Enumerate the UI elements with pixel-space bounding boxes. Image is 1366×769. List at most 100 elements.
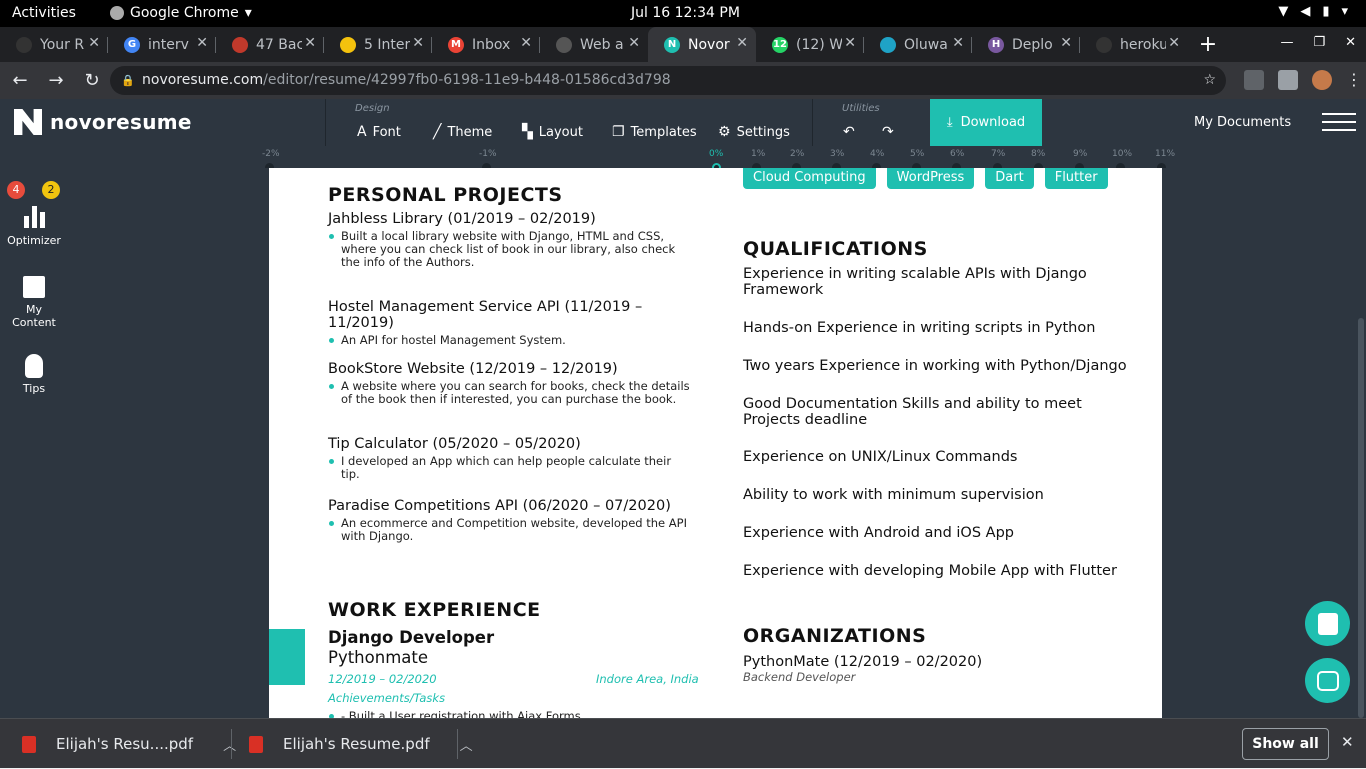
star-icon[interactable]: ☆ — [1203, 66, 1216, 95]
canvas-scrollbar[interactable] — [1358, 318, 1364, 718]
ruler-tick: 11% — [1155, 149, 1176, 159]
skill-tag[interactable]: Dart — [985, 168, 1034, 189]
notes-button[interactable] — [1305, 601, 1350, 646]
novoresume-logo[interactable]: novoresume — [14, 109, 192, 135]
skill-tag[interactable]: Cloud Computing — [743, 168, 876, 189]
chevron-up-icon[interactable]: ︿ — [223, 735, 236, 754]
puzzle-icon[interactable] — [1278, 70, 1298, 90]
settings-button[interactable]: ⚙ Settings — [718, 124, 790, 140]
tab-your-repo[interactable]: Your R ✕ — [0, 27, 108, 62]
kebab-menu-icon[interactable]: ⋮ — [1346, 70, 1362, 90]
project-entry[interactable]: Hostel Management Service API (11/2019 –… — [328, 299, 693, 347]
sidebar-item-tips[interactable]: Tips — [0, 354, 68, 395]
tab-5-inter[interactable]: 5 Inter ✕ — [324, 27, 432, 62]
close-icon[interactable]: ✕ — [520, 35, 532, 51]
close-icon[interactable]: ✕ — [952, 35, 964, 51]
close-icon[interactable]: ✕ — [844, 35, 856, 51]
organization-role[interactable]: Backend Developer — [743, 670, 855, 684]
close-icon[interactable]: ✕ — [304, 35, 316, 51]
qualification-item[interactable]: Two years Experience in working with Pyt… — [743, 358, 1133, 374]
redo-button[interactable]: ↷ — [882, 124, 894, 140]
job-location[interactable]: Indore Area, India — [596, 672, 699, 686]
close-icon[interactable]: ✕ — [196, 35, 208, 51]
job-title[interactable]: Django Developer — [328, 628, 494, 647]
job-dates[interactable]: 12/2019 – 02/2020 — [328, 672, 437, 686]
project-entry[interactable]: BookStore Website (12/2019 – 12/2019) A … — [328, 361, 693, 406]
project-entry[interactable]: Tip Calculator (05/2020 – 05/2020) I dev… — [328, 436, 693, 481]
qualification-item[interactable]: Experience on UNIX/Linux Commands — [743, 449, 1133, 465]
qualification-item[interactable]: Hands-on Experience in writing scripts i… — [743, 320, 1133, 336]
download-item[interactable]: Elijah's Resu....pdf ︿ — [22, 719, 236, 769]
extensions-area: ⋮ — [1244, 70, 1362, 90]
avatar[interactable] — [1312, 70, 1332, 90]
close-icon[interactable]: ✕ — [1168, 35, 1180, 51]
undo-button[interactable]: ↶ — [843, 124, 855, 140]
section-heading-work[interactable]: WORK EXPERIENCE — [328, 599, 541, 621]
clock[interactable]: Jul 16 12:34 PM — [631, 5, 740, 21]
qualification-item[interactable]: Ability to work with minimum supervision — [743, 487, 1133, 503]
new-tab-button[interactable]: + — [1188, 27, 1228, 62]
tab-inbox[interactable]: M Inbox ✕ — [432, 27, 540, 62]
close-icon[interactable]: ✕ — [1345, 35, 1356, 50]
sidebar-item-my-content[interactable]: My Content — [0, 276, 68, 329]
qualification-item[interactable]: Good Documentation Skills and ability to… — [743, 396, 1133, 428]
optimizer-error-badge: 4 — [7, 181, 25, 199]
close-icon[interactable]: ✕ — [736, 35, 748, 51]
back-icon[interactable]: ← — [4, 70, 36, 91]
tab-47-bac[interactable]: 47 Bac ✕ — [216, 27, 324, 62]
section-heading-qualifications[interactable]: QUALIFICATIONS — [743, 238, 928, 260]
project-entry[interactable]: Paradise Competitions API (06/2020 – 07/… — [328, 498, 693, 543]
section-heading-organizations[interactable]: ORGANIZATIONS — [743, 625, 926, 647]
minimize-icon[interactable]: — — [1280, 35, 1293, 50]
font-button[interactable]: A Font — [357, 124, 401, 140]
qualification-item[interactable]: Experience with developing Mobile App wi… — [743, 563, 1133, 579]
section-drag-handle[interactable] — [269, 629, 305, 685]
reload-icon[interactable]: ↻ — [76, 70, 108, 91]
download-button[interactable]: ⤓ Download — [930, 99, 1042, 146]
close-icon[interactable]: ✕ — [1060, 35, 1072, 51]
extension-icon[interactable] — [1244, 70, 1264, 90]
close-icon[interactable]: ✕ — [628, 35, 640, 51]
close-icon[interactable]: ✕ — [1341, 733, 1354, 751]
sidebar-item-optimizer[interactable]: Optimizer — [0, 204, 68, 247]
close-icon[interactable]: ✕ — [412, 35, 424, 51]
chat-button[interactable] — [1305, 658, 1350, 703]
skill-tag[interactable]: WordPress — [886, 168, 975, 189]
close-icon[interactable]: ✕ — [88, 35, 100, 51]
layout-button[interactable]: ▚ Layout — [522, 124, 583, 140]
maximize-icon[interactable]: ❐ — [1313, 35, 1325, 50]
qualification-item[interactable]: Experience in writing scalable APIs with… — [743, 266, 1133, 298]
tab-whatsapp[interactable]: 12 (12) W ✕ — [756, 27, 864, 62]
organization-name[interactable]: PythonMate (12/2019 – 02/2020) — [743, 654, 1133, 670]
tab-oluwa[interactable]: Oluwa ✕ — [864, 27, 972, 62]
heroku-icon: H — [988, 36, 1004, 53]
download-item[interactable]: Elijah's Resume.pdf ︿ — [249, 719, 473, 769]
tab-heroku[interactable]: heroku ✕ — [1080, 27, 1188, 62]
app-menu[interactable]: Google Chrome ▾ — [110, 5, 252, 21]
task-item[interactable]: - Built a User registration with Ajax Fo… — [328, 710, 688, 718]
activities-button[interactable]: Activities — [12, 5, 76, 21]
theme-button[interactable]: ╱ Theme — [433, 124, 492, 140]
project-entry[interactable]: Jahbless Library (01/2019 – 02/2019) Bui… — [328, 211, 693, 269]
forward-icon[interactable]: → — [40, 70, 72, 91]
url-bar[interactable]: 🔒 novoresume.com/editor/resume/42997fb0-… — [110, 66, 1226, 95]
company-name[interactable]: Pythonmate — [328, 648, 428, 667]
tab-deploy[interactable]: H Deplo ✕ — [972, 27, 1080, 62]
tab-novoresume[interactable]: N Novor ✕ — [648, 27, 756, 62]
resume-page[interactable]: PERSONAL PROJECTS Jahbless Library (01/2… — [269, 168, 1162, 718]
lock-icon[interactable]: 🔒 — [121, 66, 135, 95]
skill-tag[interactable]: Flutter — [1044, 168, 1108, 189]
achievements-label[interactable]: Achievements/Tasks — [328, 691, 445, 705]
hamburger-menu-icon[interactable] — [1322, 113, 1356, 131]
tab-web-a[interactable]: Web a ✕ — [540, 27, 648, 62]
my-documents-link[interactable]: My Documents — [1194, 115, 1291, 130]
gmail-icon: M — [448, 36, 464, 53]
templates-button[interactable]: ❐ Templates — [612, 124, 697, 140]
tab-interview[interactable]: Ginterv ✕ — [108, 27, 216, 62]
qualification-item[interactable]: Experience with Android and iOS App — [743, 525, 1133, 541]
section-heading-projects[interactable]: PERSONAL PROJECTS — [328, 184, 563, 206]
system-tray[interactable]: ▼ ◀ ▮ ▾ — [1278, 4, 1348, 19]
spacing-ruler[interactable]: -2% -1% 0% 1% 2% 3% 4% 5% 6% 7% 8% 9% 10… — [0, 146, 1366, 172]
show-all-button[interactable]: Show all — [1242, 728, 1329, 760]
chevron-up-icon[interactable]: ︿ — [460, 735, 473, 754]
